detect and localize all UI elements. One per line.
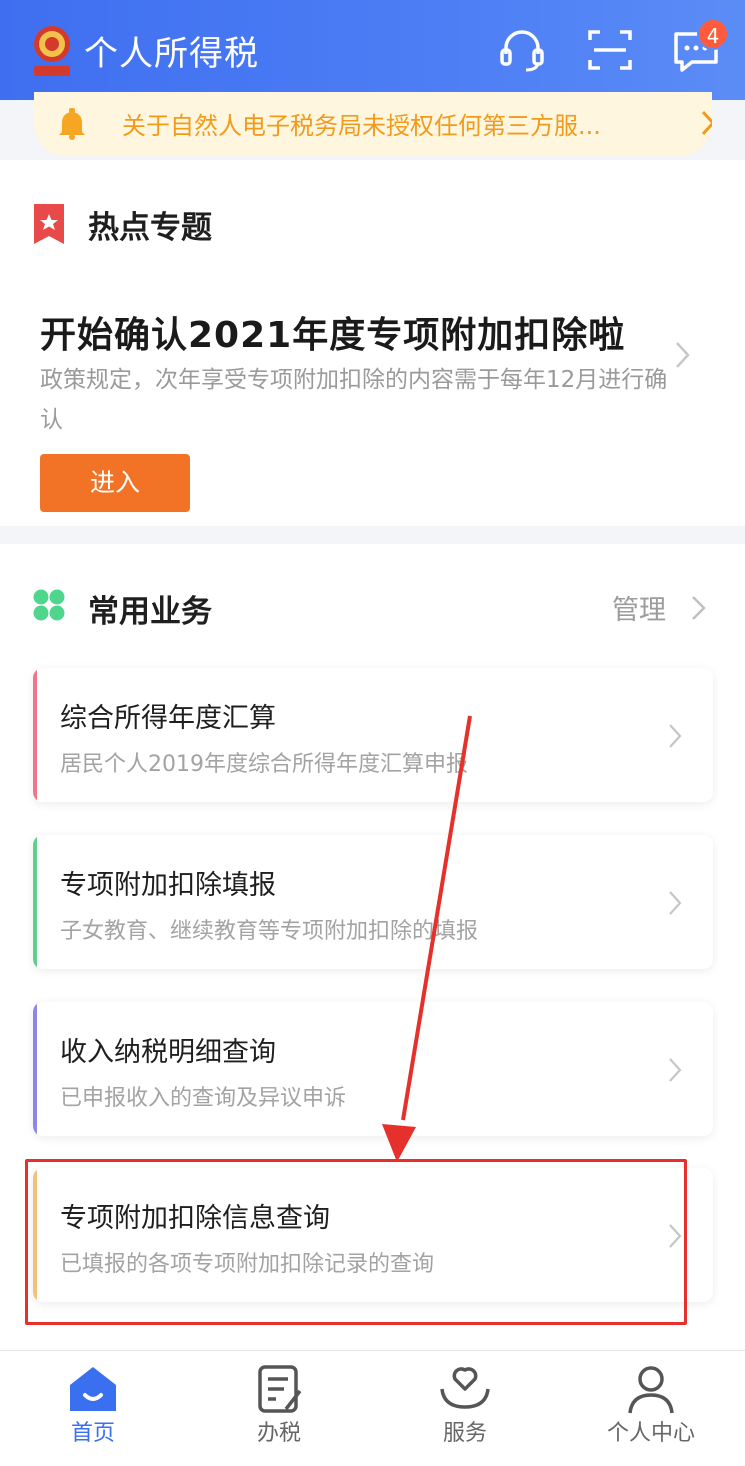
notice-banner[interactable]: 关于自然人电子税务局未授权任何第三方服... (34, 92, 712, 156)
highlight-box (25, 1159, 687, 1325)
chevron-right-icon (669, 1058, 682, 1082)
service-item-deduction-filing[interactable]: 专项附加扣除填报 子女教育、继续教育等专项附加扣除的填报 (33, 835, 713, 969)
enter-button[interactable]: 进入 (40, 454, 190, 512)
tab-home[interactable]: 首页 (0, 1351, 186, 1466)
chevron-right-icon (669, 724, 682, 748)
service-subtitle: 居民个人2019年度综合所得年度汇算申报 (60, 752, 468, 777)
tax-emblem-icon (34, 26, 70, 76)
chevron-right-icon (701, 110, 712, 136)
tab-service[interactable]: 服务 (372, 1351, 558, 1466)
chevron-right-icon (669, 891, 682, 915)
service-subtitle: 已申报收入的查询及异议申诉 (60, 1086, 347, 1111)
app-header: 个人所得税 4 (0, 0, 745, 100)
tab-label: 个人中心 (606, 1421, 695, 1446)
clover-grid-icon (33, 589, 65, 621)
scan-icon[interactable] (584, 24, 636, 76)
chevron-right-icon[interactable] (690, 594, 708, 622)
hot-topics-title: 热点专题 (88, 210, 212, 246)
tab-personal-center[interactable]: 个人中心 (558, 1351, 744, 1466)
service-subtitle: 子女教育、继续教育等专项附加扣除的填报 (60, 919, 479, 944)
hot-topics-card: 热点专题 开始确认2021年度专项附加扣除啦 政策规定，次年享受专项附加扣除的内… (0, 160, 745, 526)
topic-title[interactable]: 开始确认2021年度专项附加扣除啦 (40, 306, 625, 358)
accent-bar (33, 835, 37, 969)
customer-service-icon[interactable] (496, 24, 548, 76)
bottom-tab-bar: 首页 办税 服务 个人中心 (0, 1350, 745, 1466)
service-heart-icon (440, 1367, 490, 1409)
manage-link[interactable]: 管理 (612, 588, 666, 627)
user-icon (628, 1366, 674, 1414)
accent-bar (33, 668, 37, 802)
chevron-right-icon[interactable] (674, 340, 692, 370)
app-title: 个人所得税 (84, 34, 259, 74)
service-title: 收入纳税明细查询 (60, 1037, 276, 1068)
notification-badge: 4 (697, 18, 729, 50)
service-title: 综合所得年度汇算 (60, 703, 276, 734)
common-services-title: 常用业务 (88, 594, 212, 630)
bell-icon (59, 108, 85, 140)
topic-description: 政策规定，次年享受专项附加扣除的内容需于每年12月进行确认 (40, 367, 668, 433)
service-item-annual-settlement[interactable]: 综合所得年度汇算 居民个人2019年度综合所得年度汇算申报 (33, 668, 713, 802)
tab-tax[interactable]: 办税 (186, 1351, 372, 1466)
accent-bar (33, 1002, 37, 1136)
home-icon (70, 1367, 116, 1411)
tab-label: 办税 (256, 1421, 301, 1446)
tab-label: 服务 (442, 1421, 487, 1446)
notice-text: 关于自然人电子税务局未授权任何第三方服... (122, 112, 601, 140)
service-title: 专项附加扣除填报 (60, 870, 276, 901)
service-item-income-query[interactable]: 收入纳税明细查询 已申报收入的查询及异议申诉 (33, 1002, 713, 1136)
tab-label: 首页 (70, 1421, 115, 1446)
tax-form-icon (258, 1365, 302, 1413)
bookmark-star-icon (34, 204, 64, 244)
